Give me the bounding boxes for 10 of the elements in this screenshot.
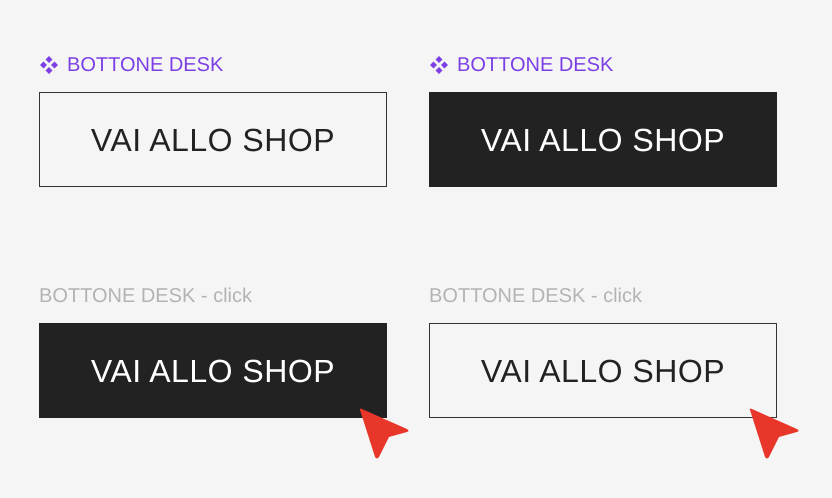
component-icon: [429, 55, 449, 75]
component-label: BOTTONE DESK - click: [39, 284, 252, 309]
shop-button[interactable]: VAI ALLO SHOP: [39, 323, 387, 418]
shop-button[interactable]: VAI ALLO SHOP: [429, 323, 777, 418]
component-label: BOTTONE DESK: [457, 53, 614, 78]
component-label: BOTTONE DESK - click: [429, 284, 642, 309]
component-label: BOTTONE DESK: [67, 53, 224, 78]
shop-button[interactable]: VAI ALLO SHOP: [429, 92, 777, 187]
shop-button[interactable]: VAI ALLO SHOP: [39, 92, 387, 187]
component-icon: [39, 55, 59, 75]
